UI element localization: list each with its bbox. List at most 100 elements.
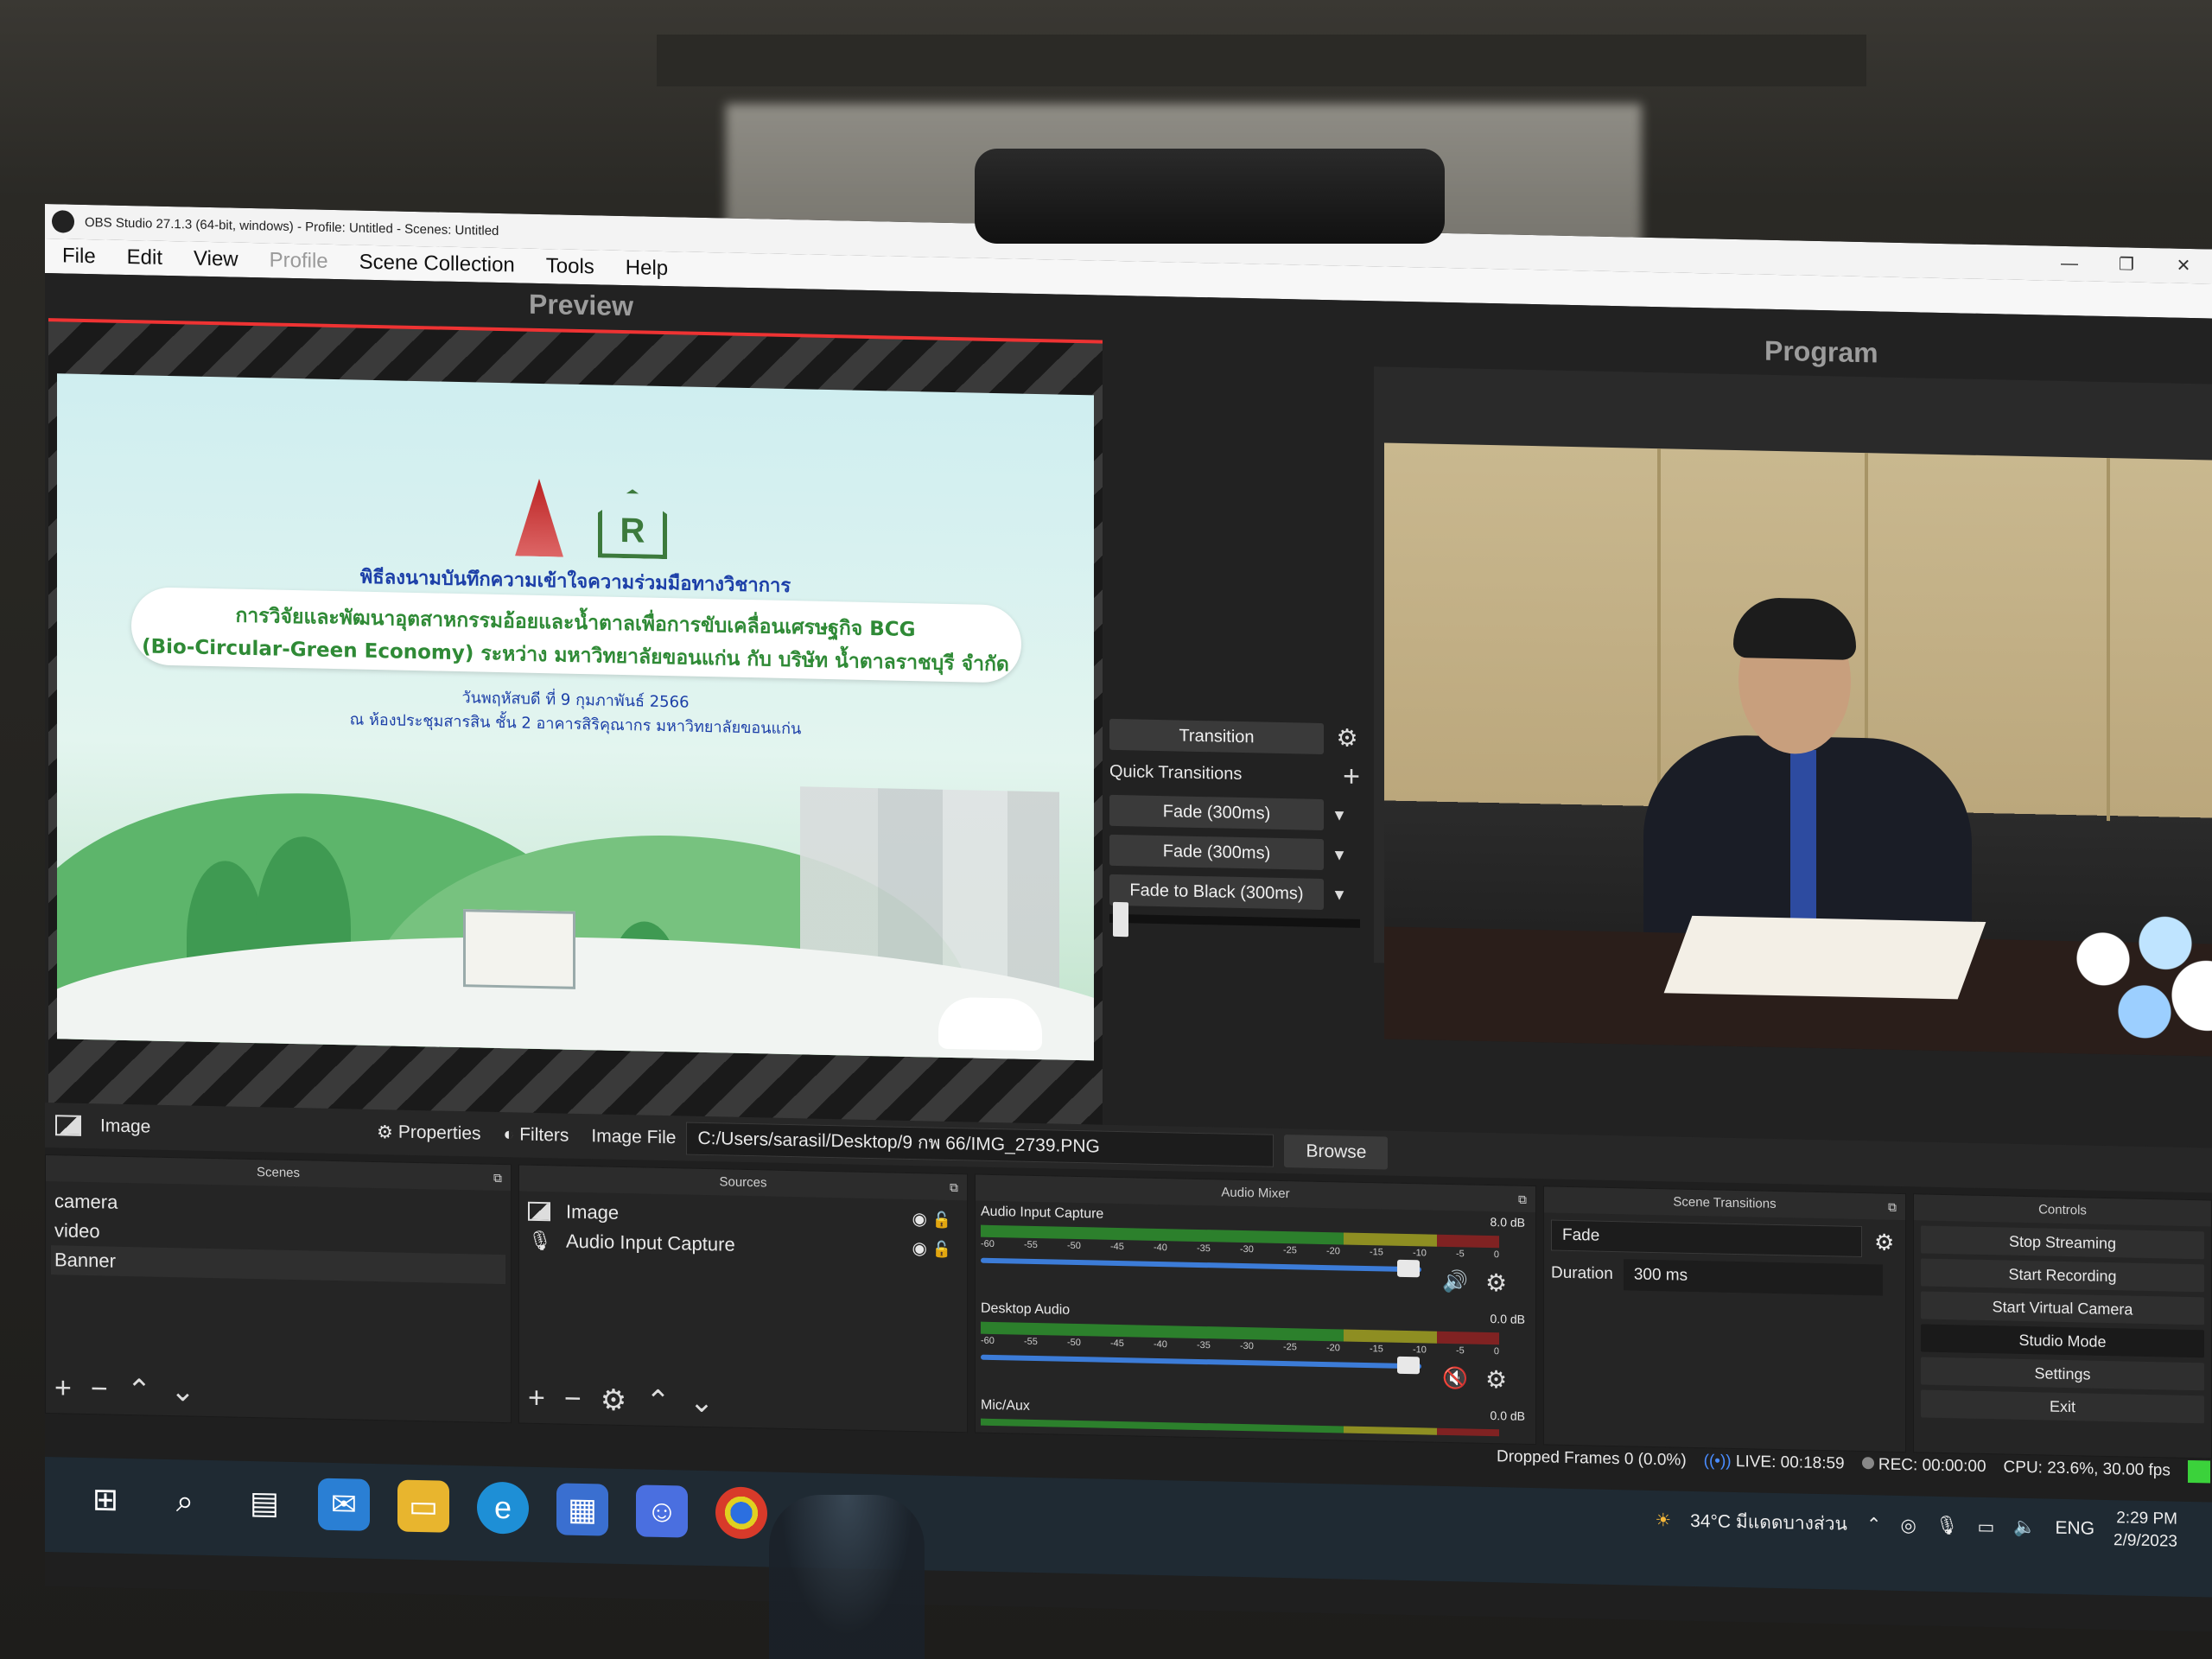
- studio-area: Preview Program R พิธีลงนามบันทึกความเข้…: [45, 273, 2212, 1148]
- chevron-down-icon[interactable]: ▼: [1324, 799, 1355, 831]
- scenes-dock: Scenes ⧉ camera video Banner + − ⌃ ⌄: [45, 1154, 512, 1424]
- undock-icon[interactable]: ⧉: [493, 1165, 502, 1191]
- start-recording-button[interactable]: Start Recording: [1921, 1258, 2204, 1293]
- language-indicator[interactable]: ENG: [2056, 1518, 2095, 1540]
- teams-icon[interactable]: ☺: [636, 1484, 688, 1538]
- properties-button[interactable]: ⚙ Properties: [377, 1122, 481, 1146]
- speaker-icon[interactable]: 🔊: [1442, 1269, 1468, 1295]
- eye-icon[interactable]: ◉: [912, 1205, 927, 1234]
- menu-help[interactable]: Help: [626, 256, 668, 281]
- move-down-icon[interactable]: ⌄: [690, 1385, 715, 1421]
- move-up-icon[interactable]: ⌃: [645, 1384, 671, 1420]
- image-file-path-field[interactable]: C:/Users/sarasil/Desktop/9 กพ 66/IMG_273…: [686, 1122, 1274, 1167]
- channel-db: 8.0 dB: [1490, 1215, 1525, 1230]
- webcam-icon[interactable]: ◎: [1901, 1514, 1916, 1535]
- scale-tick: -5: [1456, 1345, 1465, 1357]
- duration-spinbox[interactable]: 300 ms: [1623, 1259, 1883, 1296]
- start-virtual-camera-button[interactable]: Start Virtual Camera: [1921, 1291, 2204, 1325]
- scale-tick: -30: [1240, 1243, 1254, 1255]
- add-source-icon[interactable]: +: [528, 1382, 545, 1416]
- scale-tick: 0: [1493, 1346, 1499, 1357]
- menu-view[interactable]: View: [194, 247, 238, 272]
- undock-icon[interactable]: ⧉: [950, 1174, 958, 1200]
- chrome-icon[interactable]: [715, 1486, 767, 1540]
- minimize-button[interactable]: —: [2041, 245, 2098, 281]
- gear-icon[interactable]: ⚙: [1874, 1229, 1894, 1255]
- gear-icon[interactable]: ⚙: [1485, 1365, 1507, 1395]
- microphone-icon[interactable]: 🎙: [1936, 1516, 1959, 1537]
- studio-mode-button[interactable]: Studio Mode: [1921, 1324, 2204, 1358]
- menu-profile[interactable]: Profile: [270, 248, 328, 273]
- settings-button[interactable]: Settings: [1921, 1357, 2204, 1391]
- scale-tick: -55: [1024, 1336, 1038, 1348]
- scale-tick: 0: [1493, 1249, 1499, 1261]
- speaker-muted-icon[interactable]: 🔇: [1442, 1366, 1468, 1392]
- transition-select[interactable]: Fade: [1551, 1219, 1862, 1258]
- maximize-button[interactable]: ❐: [2098, 247, 2155, 283]
- edge-browser-icon[interactable]: e: [477, 1481, 529, 1535]
- exit-button[interactable]: Exit: [1921, 1389, 2204, 1424]
- microphone-icon: 🎙: [528, 1229, 552, 1252]
- transition-slider-handle[interactable]: [1113, 901, 1128, 938]
- quick-transition-1[interactable]: Fade (300ms) ▼: [1109, 794, 1347, 831]
- eye-icon[interactable]: ◉: [912, 1234, 927, 1263]
- gear-icon[interactable]: ⚙: [1485, 1268, 1507, 1298]
- close-button[interactable]: ✕: [2155, 248, 2212, 283]
- gear-icon[interactable]: ⚙: [601, 1382, 626, 1418]
- scale-tick: -60: [981, 1335, 995, 1347]
- mixer-channel-desktop-audio: Desktop Audio 0.0 dB -60 -55 -50 -45 -40 -35-…: [976, 1298, 1535, 1407]
- scale-tick: -50: [1067, 1240, 1081, 1252]
- network-icon[interactable]: ▭: [1978, 1516, 1995, 1537]
- volume-slider-knob[interactable]: [1396, 1356, 1420, 1375]
- clock[interactable]: 2:29 PM 2/9/2023: [2113, 1507, 2177, 1554]
- filters-button[interactable]: ◐ Filters: [504, 1124, 569, 1147]
- duration-label: Duration: [1551, 1263, 1613, 1284]
- sources-dock: Sources ⧉ Image ◉ 🔓 🎙 Audio Input Capture…: [518, 1164, 968, 1433]
- record-icon: [1861, 1457, 1874, 1470]
- undock-icon[interactable]: ⧉: [1888, 1194, 1897, 1220]
- stop-streaming-button[interactable]: Stop Streaming: [1921, 1225, 2204, 1260]
- chevron-up-icon[interactable]: ⌃: [1866, 1514, 1882, 1535]
- preview-canvas[interactable]: R พิธีลงนามบันทึกความเข้าใจความร่วมมือทา…: [48, 318, 1103, 1134]
- undock-icon[interactable]: ⧉: [1518, 1186, 1527, 1212]
- scene-transitions-dock: Scene Transitions ⧉ Fade ⚙ Duration 300 m…: [1543, 1185, 1906, 1453]
- add-scene-icon[interactable]: +: [54, 1371, 72, 1406]
- volume-slider[interactable]: [981, 1354, 1421, 1375]
- task-view-icon[interactable]: ▤: [238, 1477, 290, 1529]
- lock-icon[interactable]: 🔓: [932, 1205, 951, 1235]
- scale-tick: -55: [1024, 1239, 1038, 1251]
- weather-icon: ☀: [1655, 1510, 1672, 1530]
- volume-icon[interactable]: 🔈: [2013, 1517, 2036, 1539]
- menu-scene-collection[interactable]: Scene Collection: [359, 251, 515, 278]
- chevron-down-icon[interactable]: ▼: [1324, 839, 1355, 871]
- windows-start-icon[interactable]: ⊞: [79, 1473, 131, 1526]
- image-source-icon: [55, 1115, 81, 1136]
- transition-slider[interactable]: [1109, 901, 1360, 938]
- menu-tools[interactable]: Tools: [546, 254, 594, 279]
- scene-transitions-header-label: Scene Transitions: [1673, 1194, 1777, 1211]
- remove-scene-icon[interactable]: −: [91, 1372, 108, 1407]
- remove-source-icon[interactable]: −: [564, 1382, 582, 1417]
- live-time: LIVE: 00:18:59: [1735, 1452, 1845, 1473]
- chevron-down-icon[interactable]: ▼: [1324, 879, 1355, 911]
- weather-text[interactable]: 34°C มีแดดบางส่วน: [1690, 1506, 1847, 1538]
- volume-slider-knob[interactable]: [1396, 1259, 1420, 1278]
- menu-edit[interactable]: Edit: [127, 245, 162, 270]
- add-quick-transition-icon[interactable]: +: [1343, 760, 1360, 792]
- program-label: Program: [1764, 334, 1878, 369]
- move-up-icon[interactable]: ⌃: [127, 1373, 152, 1408]
- store-icon[interactable]: ▦: [556, 1483, 608, 1536]
- move-down-icon[interactable]: ⌄: [170, 1374, 195, 1409]
- file-explorer-icon[interactable]: ▭: [397, 1479, 449, 1533]
- quick-transition-2[interactable]: Fade (300ms) ▼: [1109, 834, 1347, 871]
- lock-icon[interactable]: 🔓: [932, 1235, 951, 1264]
- quick-transition-3[interactable]: Fade to Black (300ms) ▼: [1109, 874, 1347, 911]
- mixer-channel-audio-input: Audio Input Capture 8.0 dB -60 -55 -50 -45-…: [976, 1201, 1535, 1310]
- transition-gear-icon[interactable]: ⚙: [1334, 724, 1360, 752]
- volume-slider[interactable]: [981, 1257, 1421, 1278]
- transition-button[interactable]: Transition: [1109, 718, 1324, 755]
- mail-icon[interactable]: ✉: [318, 1478, 370, 1531]
- browse-button[interactable]: Browse: [1284, 1135, 1389, 1170]
- menu-file[interactable]: File: [62, 244, 96, 269]
- search-icon[interactable]: ⌕: [159, 1475, 211, 1528]
